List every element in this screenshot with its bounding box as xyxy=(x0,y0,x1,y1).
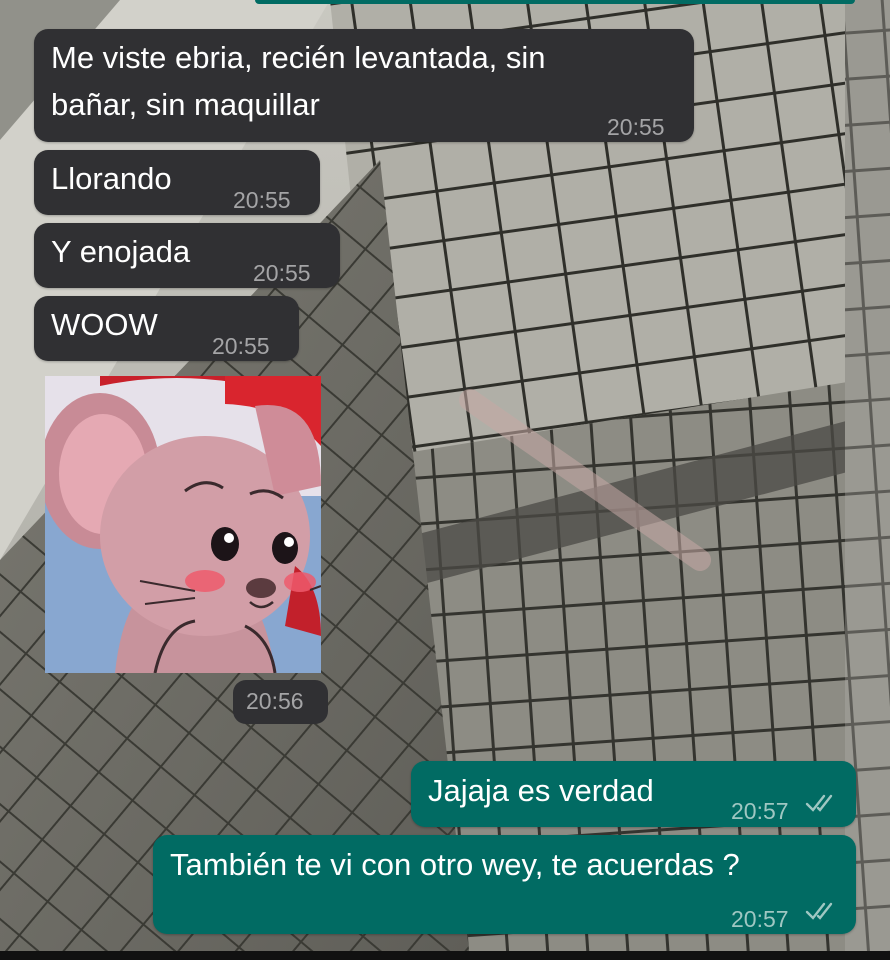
incoming-message-bubble[interactable]: Y enojada 20:55 xyxy=(34,223,340,288)
screen-bottom-edge xyxy=(0,951,890,960)
message-text: Jajaja es verdad xyxy=(428,773,654,808)
incoming-message-bubble[interactable]: WOOW 20:55 xyxy=(34,296,299,361)
message-timestamp: 20:57 xyxy=(731,798,789,824)
message-text: Y enojada xyxy=(51,234,191,269)
incoming-message-bubble[interactable]: Me viste ebria, recién levantada, sin ba… xyxy=(34,29,694,142)
message-timestamp: 20:56 xyxy=(246,688,304,714)
outgoing-message-bubble[interactable]: También te vi con otro wey, te acuerdas … xyxy=(153,835,856,934)
message-timestamp: 20:57 xyxy=(731,906,789,932)
outgoing-message-bubble[interactable]: Jajaja es verdad 20:57 xyxy=(411,761,856,827)
message-text: WOOW xyxy=(51,307,158,342)
message-timestamp: 20:55 xyxy=(233,187,291,213)
message-timestamp: 20:55 xyxy=(212,333,270,359)
previous-message-edge xyxy=(255,0,855,4)
message-timestamp: 20:55 xyxy=(253,260,311,286)
message-timestamp: 20:55 xyxy=(607,114,665,140)
message-text-line: bañar, sin maquillar xyxy=(51,87,320,122)
read-double-check-icon xyxy=(805,794,833,812)
message-text: También te vi con otro wey, te acuerdas … xyxy=(170,847,740,882)
message-text: Llorando xyxy=(51,161,172,196)
sticker-timestamp-pill: 20:56 xyxy=(233,680,328,724)
incoming-message-bubble[interactable]: Llorando 20:55 xyxy=(34,150,320,215)
read-double-check-icon xyxy=(805,902,833,920)
message-text-line: Me viste ebria, recién levantada, sin xyxy=(51,40,546,75)
jerry-mouse-sad-sticker[interactable] xyxy=(45,376,321,673)
